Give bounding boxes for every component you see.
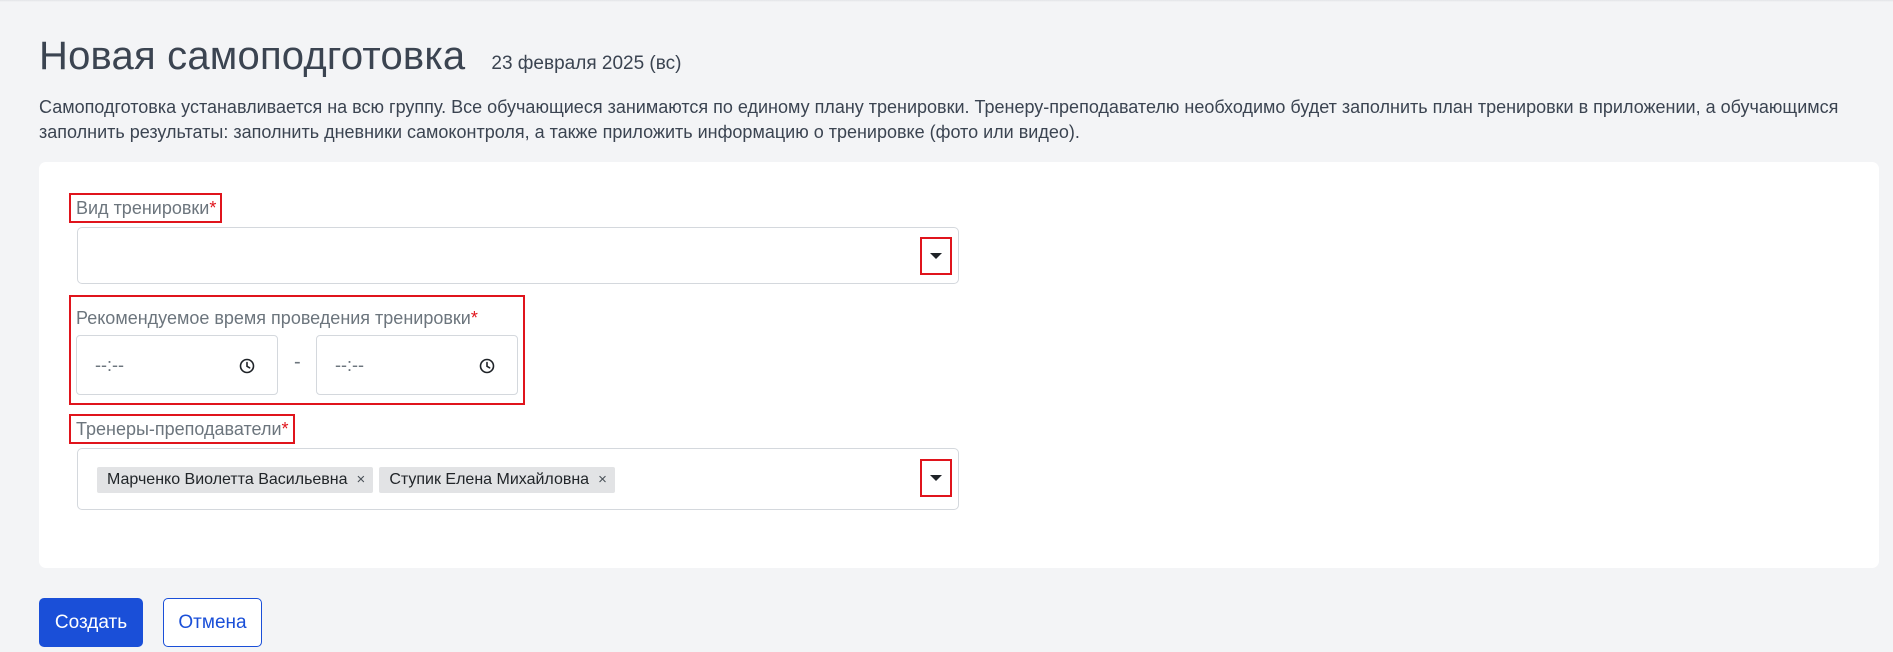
trainer-chip-label: Марченко Виолетта Васильевна (107, 471, 348, 488)
training-type-select[interactable] (77, 227, 959, 284)
time-separator: - (294, 351, 301, 373)
training-type-label: Вид тренировки* (69, 193, 223, 223)
page-header: Новая самоподготовка 23 февраля 2025 (вс… (39, 34, 681, 79)
top-shadow (0, 0, 1893, 2)
required-mark: * (209, 198, 217, 218)
chevron-down-icon (930, 475, 942, 481)
chevron-down-icon (930, 253, 942, 259)
selected-trainers: Марченко Виолетта Васильевна × Ступик Ел… (97, 467, 615, 493)
time-start-input[interactable]: --:-- (76, 335, 278, 395)
page-title: Новая самоподготовка (39, 34, 466, 78)
page-date: 23 февраля 2025 (вс) (491, 53, 682, 74)
clock-icon[interactable] (239, 358, 255, 374)
recommended-time-label: Рекомендуемое время проведения тренировк… (76, 307, 478, 329)
create-button[interactable]: Создать (39, 598, 143, 647)
remove-icon[interactable]: × (598, 470, 607, 490)
remove-icon[interactable]: × (357, 470, 366, 490)
time-start-placeholder: --:-- (95, 354, 124, 375)
training-type-dropdown-button[interactable] (920, 237, 952, 275)
trainer-chip: Марченко Виолетта Васильевна × (97, 467, 374, 493)
trainer-chip-label: Ступик Елена Михайловна (389, 471, 590, 488)
required-mark: * (281, 419, 289, 439)
clock-icon[interactable] (479, 358, 495, 374)
time-end-input[interactable]: --:-- (316, 335, 518, 395)
recommended-time-group: Рекомендуемое время проведения тренировк… (69, 295, 525, 405)
required-mark: * (470, 308, 478, 328)
training-type-label-text: Вид тренировки (76, 198, 210, 218)
trainers-multiselect[interactable]: Марченко Виолетта Васильевна × Ступик Ел… (77, 448, 959, 510)
time-end-placeholder: --:-- (335, 354, 364, 375)
cancel-button[interactable]: Отмена (163, 598, 262, 647)
recommended-time-label-text: Рекомендуемое время проведения тренировк… (76, 308, 471, 328)
page-description: Самоподготовка устанавливается на всю гр… (39, 97, 1839, 142)
trainers-dropdown-button[interactable] (920, 459, 952, 497)
trainer-chip: Ступик Елена Михайловна × (379, 467, 615, 493)
trainers-label: Тренеры-преподаватели* (69, 414, 295, 444)
trainers-label-text: Тренеры-преподаватели (76, 419, 282, 439)
form-card: Вид тренировки* Рекомендуемое время пров… (39, 162, 1879, 568)
